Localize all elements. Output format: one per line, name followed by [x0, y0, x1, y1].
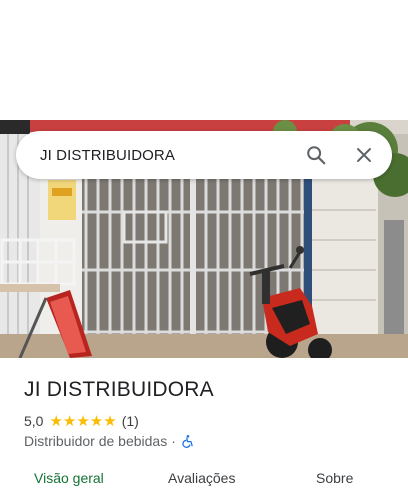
- map-blank-area: [0, 0, 408, 120]
- category-row: Distribuidor de bebidas ·: [24, 433, 196, 449]
- tab-reviews[interactable]: Avaliações: [168, 470, 235, 486]
- place-title: JI DISTRIBUIDORA: [24, 378, 214, 401]
- search-icon[interactable]: [304, 143, 328, 167]
- search-bar[interactable]: JI DISTRIBUIDORA: [16, 131, 392, 179]
- star-rating-icon: ★★★★★: [49, 413, 117, 430]
- place-category: Distribuidor de bebidas: [24, 433, 168, 449]
- search-input[interactable]: JI DISTRIBUIDORA: [40, 147, 304, 164]
- wheelchair-icon: [180, 433, 196, 449]
- rating-row[interactable]: 5,0 ★★★★★ (1): [24, 412, 139, 430]
- separator-dot: ·: [171, 433, 176, 449]
- tab-overview[interactable]: Visão geral: [34, 470, 104, 486]
- place-info-panel: JI DISTRIBUIDORA 5,0 ★★★★★ (1) Distribui…: [0, 358, 408, 486]
- review-count[interactable]: (1): [122, 413, 139, 429]
- tab-about[interactable]: Sobre: [316, 470, 353, 486]
- rating-value: 5,0: [24, 413, 44, 429]
- place-tabs: Visão geral Avaliações Sobre: [0, 470, 408, 490]
- close-icon[interactable]: [352, 143, 376, 167]
